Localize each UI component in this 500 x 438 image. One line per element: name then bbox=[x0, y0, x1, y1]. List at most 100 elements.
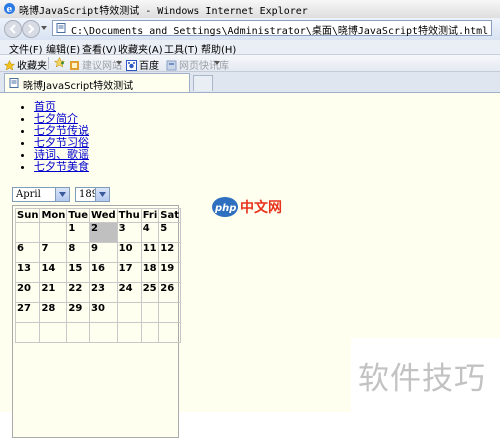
list-item: 七夕节美食 bbox=[34, 161, 89, 173]
day-cell[interactable] bbox=[158, 302, 182, 323]
history-dropdown-icon[interactable] bbox=[40, 24, 48, 32]
day-cell[interactable]: 7 bbox=[39, 242, 68, 263]
baidu-favorite[interactable]: 百度 bbox=[126, 57, 159, 72]
chevron-down-icon[interactable] bbox=[116, 61, 122, 65]
day-cell[interactable] bbox=[39, 222, 68, 243]
day-cell[interactable]: 23 bbox=[89, 282, 118, 303]
weekday-sun: Sun bbox=[14, 208, 41, 223]
day-cell[interactable]: 17 bbox=[116, 262, 142, 283]
web-slice-icon bbox=[166, 60, 177, 71]
day-cell[interactable] bbox=[116, 302, 142, 323]
menu-favorites[interactable]: 收藏夹(A) bbox=[118, 41, 163, 56]
nav-link-food[interactable]: 七夕节美食 bbox=[34, 160, 89, 173]
day-cell[interactable]: 20 bbox=[14, 282, 41, 303]
site-watermark-text: 软件技巧 bbox=[358, 361, 486, 397]
new-tab-button[interactable] bbox=[193, 75, 213, 91]
calendar-week-row: 13 14 15 16 17 18 19 bbox=[14, 262, 182, 283]
add-favorite-button[interactable] bbox=[54, 57, 67, 69]
chevron-down-icon bbox=[59, 192, 66, 197]
day-cell[interactable]: 4 bbox=[140, 222, 160, 243]
day-cell[interactable]: 10 bbox=[116, 242, 142, 263]
calendar-week-row: 1 2 3 4 5 bbox=[14, 222, 182, 243]
day-cell[interactable]: 5 bbox=[158, 222, 182, 243]
day-cell[interactable]: 29 bbox=[66, 302, 91, 323]
calendar-week-row: 27 28 29 30 bbox=[14, 302, 182, 323]
favorites-button[interactable]: 收藏夹 bbox=[4, 57, 47, 72]
calendar-header-row: Sun Mon Tue Wed Thu Fri Sat bbox=[14, 208, 182, 223]
forward-button[interactable] bbox=[22, 20, 40, 38]
day-cell[interactable]: 6 bbox=[14, 242, 41, 263]
month-select[interactable]: April bbox=[12, 187, 70, 202]
page-icon bbox=[9, 78, 19, 88]
day-cell[interactable]: 3 bbox=[116, 222, 142, 243]
menu-view[interactable]: 查看(V) bbox=[82, 41, 117, 56]
menu-tools[interactable]: 工具(T) bbox=[164, 41, 198, 56]
weekday-wed: Wed bbox=[89, 208, 118, 223]
year-select-dropdown[interactable] bbox=[95, 188, 109, 201]
day-cell[interactable] bbox=[116, 322, 142, 343]
suggested-sites-button[interactable]: 建议网站 bbox=[69, 57, 122, 72]
day-cell[interactable] bbox=[14, 222, 41, 243]
day-cell[interactable]: 27 bbox=[14, 302, 41, 323]
day-cell[interactable]: 26 bbox=[158, 282, 182, 303]
day-cell[interactable] bbox=[89, 322, 118, 343]
day-cell[interactable]: 11 bbox=[140, 242, 160, 263]
nav-list: 首页 七夕简介 七夕节传说 七夕节习俗 诗词、歌谣 七夕节美食 bbox=[16, 101, 89, 173]
php-watermark: php 中文网 bbox=[211, 195, 293, 222]
baidu-icon bbox=[126, 60, 137, 71]
calendar-grid: Sun Mon Tue Wed Thu Fri Sat 1 2 3 4 5 6 … bbox=[12, 205, 182, 438]
star-icon bbox=[4, 60, 15, 71]
weekday-fri: Fri bbox=[140, 208, 160, 223]
day-cell[interactable]: 12 bbox=[158, 242, 182, 263]
day-cell[interactable]: 13 bbox=[14, 262, 41, 283]
day-cell[interactable]: 16 bbox=[89, 262, 118, 283]
day-cell[interactable]: 8 bbox=[66, 242, 91, 263]
php-logo-icon: php 中文网 bbox=[212, 197, 282, 217]
address-field[interactable]: C:\Documents and Settings\Administrator\… bbox=[52, 20, 492, 37]
address-url: C:\Documents and Settings\Administrator\… bbox=[71, 26, 489, 37]
calendar-table: Sun Mon Tue Wed Thu Fri Sat 1 2 3 4 5 6 … bbox=[14, 208, 182, 343]
web-slice-gallery-label: 网页快讯库 bbox=[179, 61, 229, 72]
day-cell[interactable] bbox=[158, 322, 182, 343]
menu-help[interactable]: 帮助(H) bbox=[201, 41, 236, 56]
favorites-bar: 收藏夹 建议网站 百度 网页快讯库 bbox=[0, 55, 500, 72]
day-cell-selected[interactable]: 2 bbox=[89, 222, 118, 243]
day-cell[interactable] bbox=[14, 322, 41, 343]
month-select-dropdown[interactable] bbox=[55, 188, 69, 201]
day-cell[interactable] bbox=[66, 322, 91, 343]
tab-bar: 晓博JavaScript特效测试 bbox=[0, 72, 500, 93]
arrow-right-icon bbox=[28, 24, 35, 34]
favorites-separator bbox=[48, 57, 49, 69]
day-cell[interactable]: 9 bbox=[89, 242, 118, 263]
php-watermark-text: 中文网 bbox=[240, 199, 282, 216]
month-select-value: April bbox=[16, 189, 41, 200]
chevron-down-icon[interactable] bbox=[214, 61, 220, 65]
chevron-down-icon bbox=[99, 192, 106, 197]
weekday-mon: Mon bbox=[39, 208, 68, 223]
day-cell[interactable]: 25 bbox=[140, 282, 160, 303]
menu-edit[interactable]: 编辑(E) bbox=[46, 41, 80, 56]
day-cell[interactable]: 19 bbox=[158, 262, 182, 283]
page-icon bbox=[56, 23, 66, 33]
day-cell[interactable]: 14 bbox=[39, 262, 68, 283]
window-title-bar: e 晓博JavaScript特效测试 - Windows Internet Ex… bbox=[0, 0, 500, 19]
day-cell[interactable]: 15 bbox=[66, 262, 91, 283]
tab-active[interactable]: 晓博JavaScript特效测试 bbox=[4, 73, 190, 92]
day-cell[interactable]: 18 bbox=[140, 262, 160, 283]
day-cell[interactable] bbox=[140, 302, 160, 323]
year-select[interactable]: 1899 bbox=[75, 187, 110, 202]
menu-file[interactable]: 文件(F) bbox=[9, 41, 43, 56]
weekday-sat: Sat bbox=[158, 208, 182, 223]
day-cell[interactable]: 22 bbox=[66, 282, 91, 303]
day-cell[interactable]: 28 bbox=[39, 302, 68, 323]
day-cell[interactable] bbox=[140, 322, 160, 343]
day-cell[interactable]: 24 bbox=[116, 282, 142, 303]
day-cell[interactable] bbox=[39, 322, 68, 343]
calendar-week-row: 6 7 8 9 10 11 12 bbox=[14, 242, 182, 263]
day-cell[interactable]: 21 bbox=[39, 282, 68, 303]
day-cell[interactable]: 1 bbox=[66, 222, 91, 243]
day-cell[interactable]: 30 bbox=[89, 302, 118, 323]
calendar-widget: April 1899 Sun Mon Tue Wed Thu Fri Sat 1… bbox=[12, 187, 182, 438]
back-button[interactable] bbox=[4, 20, 22, 38]
calendar-week-row bbox=[14, 322, 182, 343]
